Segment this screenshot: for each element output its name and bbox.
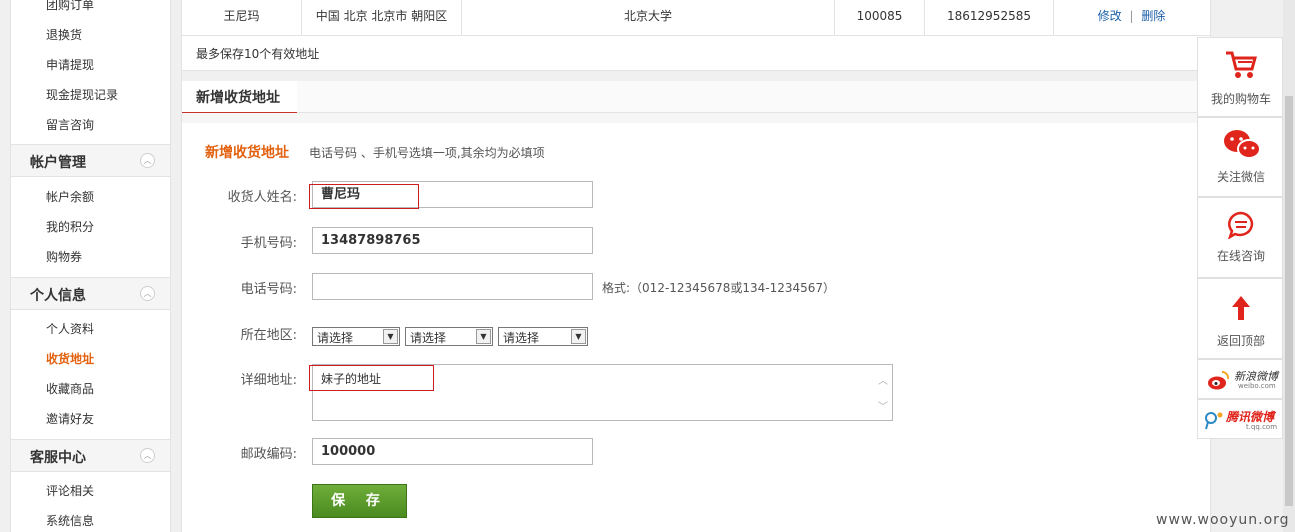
sidebar-item-system-info[interactable]: 系统信息 [46, 512, 94, 529]
recipient-name-input[interactable]: 曹尼玛 [312, 181, 593, 208]
delete-address-link[interactable]: 删除 [1141, 9, 1165, 23]
collapse-icon[interactable]: ︿ [140, 448, 155, 463]
province-select-value: 请选择 [317, 331, 354, 345]
scroll-down-icon[interactable]: ﹀ [875, 398, 891, 413]
chevron-down-icon[interactable]: ▼ [476, 329, 491, 344]
phone-format-hint: 格式:（012-12345678或134-1234567） [602, 281, 836, 295]
weibo-icon [1208, 370, 1230, 390]
wechat-label: 关注微信 [1216, 170, 1265, 184]
sidebar: 团购订单 退换货 申请提现 现金提现记录 留言咨询 帐户管理 ︿ 帐户余额 我的… [10, 0, 171, 532]
arrow-up-icon [1232, 296, 1250, 320]
cart-label: 我的购物车 [1210, 92, 1271, 106]
scroll-thumb[interactable] [1285, 96, 1293, 506]
sidebar-item-invite[interactable]: 邀请好友 [46, 410, 94, 427]
address-zip: 100085 [835, 0, 925, 35]
action-separator: | [1129, 9, 1134, 23]
sidebar-group-personal[interactable]: 个人信息 ︿ [11, 277, 170, 310]
sidebar-group-service[interactable]: 客服中心 ︿ [11, 439, 170, 472]
cart-icon [1226, 51, 1257, 78]
back-to-top-label: 返回顶部 [1216, 334, 1265, 348]
sidebar-item-points[interactable]: 我的积分 [46, 218, 94, 235]
page-scrollbar[interactable] [1283, 0, 1295, 532]
sidebar-item-addresses[interactable]: 收货地址 [46, 350, 94, 367]
zip-input[interactable]: 100000 [312, 438, 593, 465]
wechat-button[interactable]: 关注微信 [1197, 117, 1283, 197]
watermark: www.wooyun.org [1156, 512, 1290, 528]
scroll-up-icon[interactable]: ︿ [875, 372, 891, 387]
cart-button[interactable]: 我的购物车 [1197, 37, 1283, 117]
sidebar-item-group-orders[interactable]: 团购订单 [46, 0, 94, 13]
back-to-top-button[interactable]: 返回顶部 [1197, 278, 1283, 359]
sidebar-item-withdraw-apply[interactable]: 申请提现 [46, 56, 94, 73]
detail-address-value: 妹子的地址 [321, 372, 382, 386]
sidebar-group-title: 客服中心 [30, 450, 86, 466]
sidebar-item-reviews[interactable]: 评论相关 [46, 482, 94, 499]
form-hint: 电话号码 、手机号选填一项,其余均为必填项 [309, 146, 545, 160]
sidebar-item-favorites[interactable]: 收藏商品 [46, 380, 94, 397]
name-label: 收货人姓名: [227, 190, 297, 205]
detail-address-textarea[interactable]: 妹子的地址 ︿ ﹀ [312, 364, 893, 421]
form-title: 新增收货地址 [205, 145, 289, 161]
weibo-button[interactable]: 新浪微博 weibo.com [1197, 359, 1283, 399]
phone-input[interactable] [312, 273, 593, 300]
wechat-icon [1224, 130, 1261, 159]
address-name: 王尼玛 [182, 0, 302, 35]
consult-label: 在线咨询 [1216, 249, 1265, 263]
main-content: 王尼玛 中国 北京 北京市 朝阳区 北京大学 100085 1861295258… [181, 0, 1211, 532]
collapse-icon[interactable]: ︿ [140, 286, 155, 301]
address-actions: 修改 | 删除 [1054, 0, 1209, 35]
district-select-value: 请选择 [503, 331, 540, 345]
tab-label: 新增收货地址 [196, 90, 280, 106]
sidebar-group-account[interactable]: 帐户管理 ︿ [11, 144, 170, 177]
table-row: 王尼玛 中国 北京 北京市 朝阳区 北京大学 100085 1861295258… [182, 0, 1210, 36]
sidebar-item-coupons[interactable]: 购物券 [46, 248, 82, 265]
address-phone: 18612952585 [925, 0, 1054, 35]
tencent-weibo-domain: t.qq.com [1246, 423, 1278, 431]
consult-button[interactable]: 在线咨询 [1197, 197, 1283, 278]
weibo-domain: weibo.com [1238, 382, 1276, 390]
city-select-value: 请选择 [410, 331, 447, 345]
tencent-weibo-icon [1205, 412, 1223, 430]
detail-address-label: 详细地址: [240, 373, 297, 388]
phone-label: 电话号码: [240, 282, 297, 297]
zip-label: 邮政编码: [240, 447, 297, 462]
city-select[interactable]: 请选择 ▼ [405, 327, 493, 346]
district-select[interactable]: 请选择 ▼ [498, 327, 588, 346]
sidebar-item-withdraw-records[interactable]: 现金提现记录 [46, 86, 118, 103]
mobile-input[interactable]: 13487898765 [312, 227, 593, 254]
region-label: 所在地区: [240, 328, 297, 343]
tencent-weibo-button[interactable]: 腾讯微博 t.qq.com [1197, 399, 1283, 439]
tab-bar: 新增收货地址 [182, 81, 1210, 114]
chevron-down-icon[interactable]: ▼ [571, 329, 586, 344]
textarea-scrollbar[interactable]: ︿ ﹀ [875, 366, 891, 419]
address-limit-note: 最多保存10个有效地址 [196, 47, 320, 61]
address-region: 中国 北京 北京市 朝阳区 [302, 0, 462, 35]
chat-icon [1228, 211, 1254, 239]
edit-address-link[interactable]: 修改 [1098, 9, 1122, 23]
address-street: 北京大学 [462, 0, 835, 35]
divider [182, 113, 1210, 123]
sidebar-group-title: 帐户管理 [30, 155, 86, 171]
sidebar-item-messages[interactable]: 留言咨询 [46, 116, 94, 133]
province-select[interactable]: 请选择 ▼ [312, 327, 400, 346]
tab-new-address[interactable]: 新增收货地址 [182, 81, 297, 114]
mobile-label: 手机号码: [240, 236, 297, 251]
sidebar-item-balance[interactable]: 帐户余额 [46, 188, 94, 205]
chevron-down-icon[interactable]: ▼ [383, 329, 398, 344]
sidebar-group-title: 个人信息 [30, 288, 86, 304]
sidebar-item-returns[interactable]: 退换货 [46, 26, 82, 43]
sidebar-item-profile[interactable]: 个人资料 [46, 320, 94, 337]
collapse-icon[interactable]: ︿ [140, 153, 155, 168]
save-button[interactable]: 保 存 [312, 484, 407, 518]
